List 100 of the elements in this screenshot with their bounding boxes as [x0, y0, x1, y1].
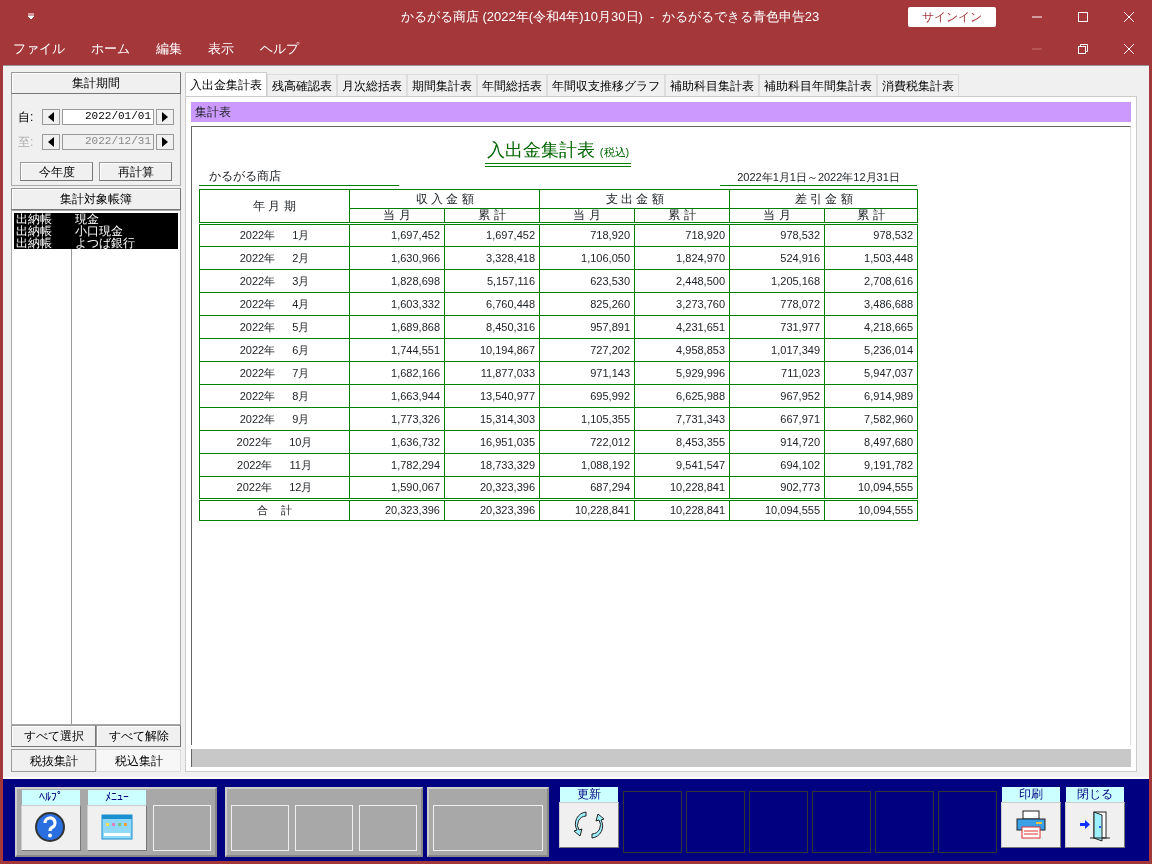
right-triangle-icon: [162, 136, 168, 147]
company-name: かるがる商店: [199, 167, 399, 186]
table-cell: 11,877,033: [444, 361, 540, 385]
previous-date-button[interactable]: [42, 133, 60, 150]
next-date-button[interactable]: [156, 133, 174, 150]
menu-item[interactable]: 表示: [208, 39, 234, 59]
table-cell: 971,143: [539, 361, 635, 385]
report-tab[interactable]: 補助科目集計表: [665, 74, 759, 96]
empty-slot: [231, 805, 289, 851]
table-cell: 2022年 11月: [199, 453, 350, 477]
table-cell: 16,951,035: [444, 430, 540, 454]
table-cell: 957,891: [539, 315, 635, 339]
table-cell: 3,486,688: [824, 292, 918, 316]
table-cell: 1,782,294: [349, 453, 445, 477]
table-cell: 2022年 1月: [199, 223, 350, 247]
table-cell: 667,971: [729, 407, 825, 431]
table-cell: 2022年 6月: [199, 338, 350, 362]
table-cell: 7,582,960: [824, 407, 918, 431]
table-cell: 6,625,988: [634, 384, 730, 408]
table-cell: 10,194,867: [444, 338, 540, 362]
report-tab[interactable]: 年間総括表: [477, 74, 547, 96]
period-header-button[interactable]: 集計期間: [11, 72, 181, 94]
tax-mode-tab[interactable]: 税抜集計: [11, 749, 96, 772]
select-button[interactable]: すべて選択: [11, 725, 96, 747]
table-cell: 5,236,014: [824, 338, 918, 362]
table-cell: 1,503,448: [824, 246, 918, 270]
toolbar-button[interactable]: [1001, 802, 1061, 848]
empty-slot: [295, 805, 353, 851]
table-cell: 1,697,452: [349, 223, 445, 247]
table-cell: 2022年 8月: [199, 384, 350, 408]
menu-caret-icon[interactable]: [27, 13, 35, 20]
select-button[interactable]: すべて解除: [96, 725, 181, 747]
table-cell: 731,977: [729, 315, 825, 339]
table-cell: 7,731,343: [634, 407, 730, 431]
toolbar-button[interactable]: [559, 802, 619, 848]
close-icon[interactable]: [1123, 43, 1135, 55]
period-button[interactable]: 再計算: [99, 162, 172, 181]
column-header: 年 月 期: [199, 189, 350, 224]
empty-slot: [359, 805, 417, 851]
table-cell: 1,636,732: [349, 430, 445, 454]
table-cell: 718,920: [539, 223, 635, 247]
table-cell: 2022年 3月: [199, 269, 350, 293]
report-tab[interactable]: 年間収支推移グラフ: [547, 74, 665, 96]
table-cell: 9,541,547: [634, 453, 730, 477]
close-icon[interactable]: [1123, 10, 1135, 23]
ledger-row[interactable]: 出納帳 よつば銀行: [14, 237, 178, 249]
restore-icon[interactable]: [1077, 43, 1089, 55]
empty-slot: [686, 791, 745, 853]
table-cell: 20,323,396: [444, 499, 540, 521]
table-cell: 4,218,665: [824, 315, 918, 339]
report-tab[interactable]: 残高確認表: [267, 74, 337, 96]
toolbar-button[interactable]: [1065, 802, 1125, 848]
table-cell: 合 計: [199, 499, 350, 521]
report-tab[interactable]: 補助科目年間集計表: [759, 74, 877, 96]
right-triangle-icon: [162, 111, 168, 122]
table-cell: 18,733,329: [444, 453, 540, 477]
help-icon: [34, 811, 68, 845]
report-tab[interactable]: 消費税集計表: [877, 74, 959, 96]
report-title: 入出金集計表 (税込): [484, 139, 632, 167]
tax-mode-tab[interactable]: 税込集計: [96, 749, 181, 772]
maximize-icon[interactable]: [1077, 10, 1089, 23]
left-triangle-icon: [48, 111, 54, 122]
table-cell: 10,228,841: [539, 499, 635, 521]
ledger-row[interactable]: 出納帳 小口現金: [14, 225, 178, 237]
table-cell: 978,532: [729, 223, 825, 247]
table-cell: 694,102: [729, 453, 825, 477]
report-tab[interactable]: 期間集計表: [407, 74, 477, 96]
menu-item[interactable]: ホーム: [91, 39, 130, 59]
table-cell: 13,540,977: [444, 384, 540, 408]
report-tab[interactable]: 月次総括表: [337, 74, 407, 96]
table-cell: 2022年 5月: [199, 315, 350, 339]
menu-item[interactable]: ファイル: [13, 39, 65, 59]
section-title-bar: 集計表: [191, 102, 1131, 122]
previous-date-button[interactable]: [42, 108, 60, 125]
date-label: 自:: [18, 108, 35, 126]
next-date-button[interactable]: [156, 108, 174, 125]
empty-slot: [938, 791, 997, 853]
table-cell: 2022年 7月: [199, 361, 350, 385]
table-cell: 2022年 9月: [199, 407, 350, 431]
ledger-header-button[interactable]: 集計対象帳簿: [11, 188, 181, 210]
table-cell: 4,231,651: [634, 315, 730, 339]
table-cell: 825,260: [539, 292, 635, 316]
ledger-row[interactable]: 出納帳 現金: [14, 213, 178, 225]
date-field[interactable]: 2022/01/01: [62, 108, 154, 125]
toolbar-button[interactable]: [21, 805, 81, 851]
sign-in-button[interactable]: サインイン: [908, 6, 996, 27]
table-cell: 6,760,448: [444, 292, 540, 316]
period-button[interactable]: 今年度: [20, 162, 93, 181]
table-cell: 8,450,316: [444, 315, 540, 339]
table-cell: 695,992: [539, 384, 635, 408]
table-cell: 2022年 12月: [199, 476, 350, 500]
menu-item[interactable]: 編集: [156, 39, 182, 59]
table-cell: 10,094,555: [729, 499, 825, 521]
refresh-icon: [572, 808, 606, 842]
button-caption: ﾒﾆｭｰ: [88, 790, 146, 805]
ledger-list[interactable]: 出納帳 現金 出納帳 小口現金 出納帳 よつば銀行: [11, 210, 181, 725]
empty-slot: [153, 805, 211, 851]
menu-item[interactable]: ヘルプ: [260, 39, 299, 59]
report-tab[interactable]: 入出金集計表: [185, 72, 267, 96]
table-cell: 1,106,050: [539, 246, 635, 270]
